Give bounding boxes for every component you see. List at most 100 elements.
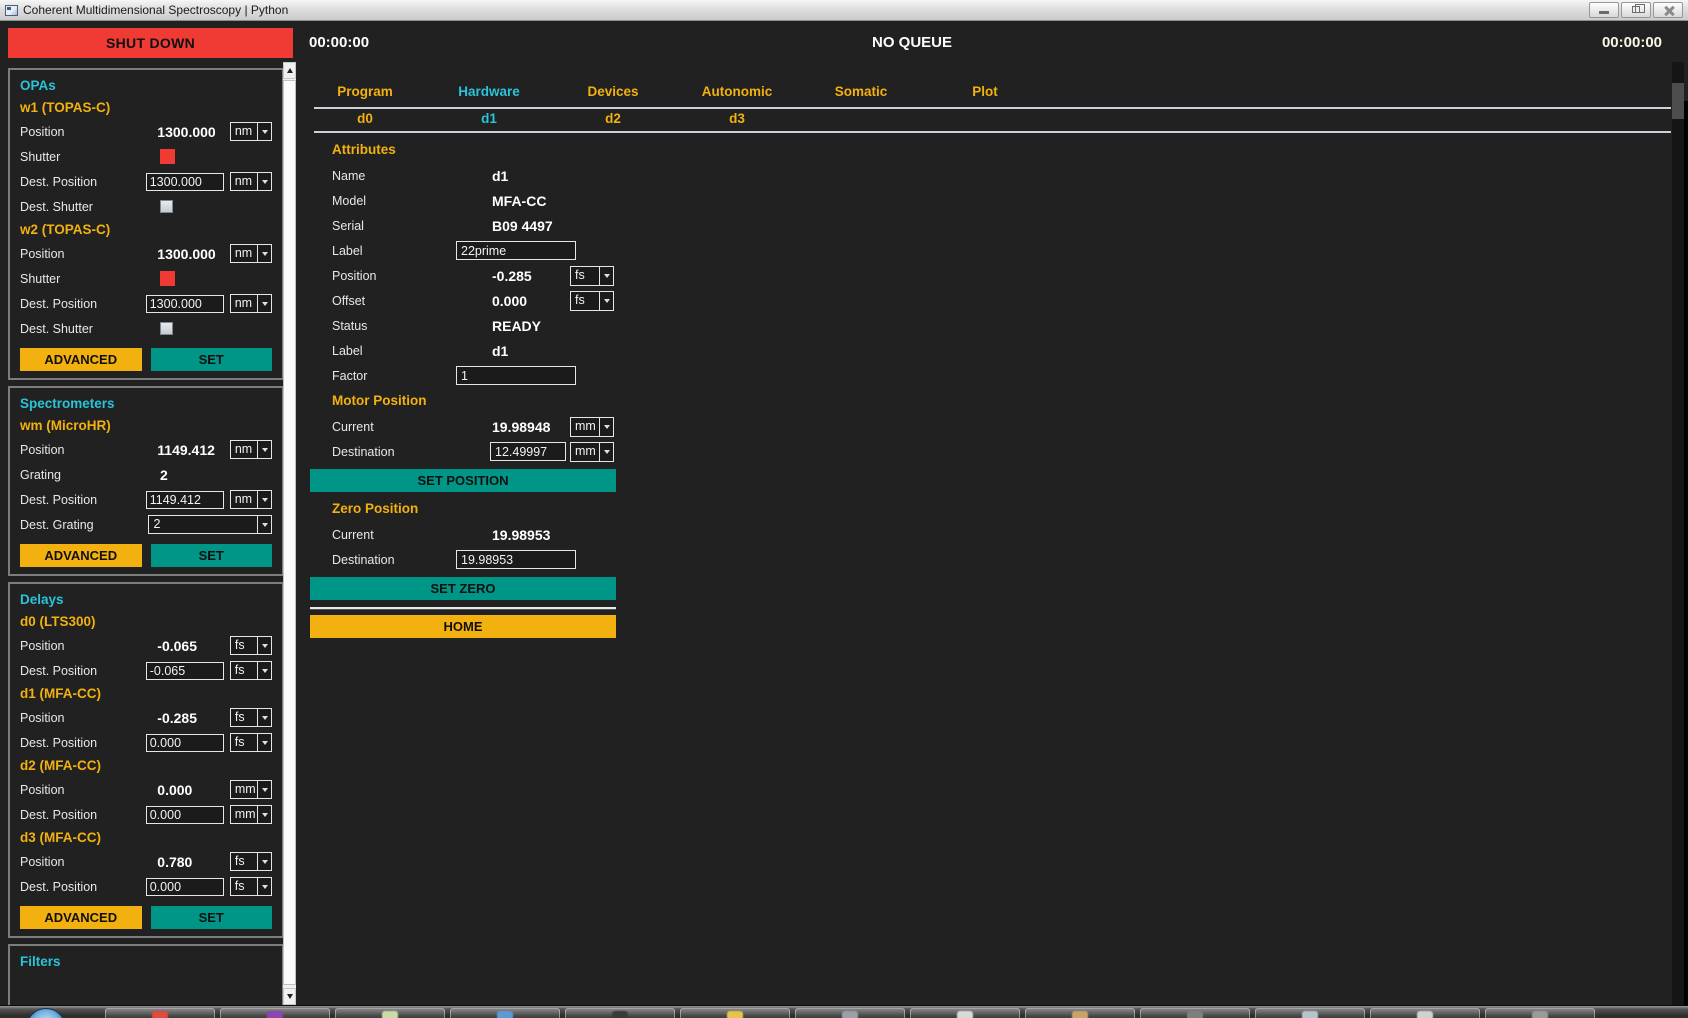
- set-button[interactable]: SET: [151, 348, 273, 371]
- unit-select[interactable]: nm: [230, 490, 272, 509]
- tab-autonomic[interactable]: Autonomic: [672, 84, 802, 99]
- restore-button[interactable]: [1621, 2, 1651, 18]
- taskbar-button[interactable]: [1025, 1008, 1135, 1018]
- unit-select[interactable]: nm: [230, 294, 272, 313]
- dest-position-input[interactable]: [146, 806, 224, 824]
- tab-hardware[interactable]: Hardware: [424, 84, 554, 99]
- set-zero-button[interactable]: SET ZERO: [310, 577, 616, 600]
- unit-select[interactable]: fs: [230, 877, 272, 896]
- dest-position-input[interactable]: [146, 734, 224, 752]
- dest-grating-select[interactable]: 2: [148, 515, 272, 534]
- chevron-down-icon[interactable]: [257, 806, 271, 823]
- set-button[interactable]: SET: [151, 906, 273, 929]
- dest-shutter-checkbox[interactable]: [160, 200, 173, 213]
- unit-select[interactable]: fs: [230, 636, 272, 655]
- chevron-down-icon[interactable]: [257, 662, 271, 679]
- unit-select[interactable]: nm: [230, 172, 272, 191]
- advanced-button[interactable]: ADVANCED: [20, 348, 142, 371]
- taskbar-button[interactable]: [220, 1008, 330, 1018]
- spectrometers-panel: Spectrometers wm (MicroHR) Position 1149…: [8, 386, 284, 576]
- chevron-down-icon[interactable]: [599, 418, 613, 436]
- tab-devices[interactable]: Devices: [548, 84, 678, 99]
- tab-d3[interactable]: d3: [672, 111, 802, 126]
- taskbar-button[interactable]: [795, 1008, 905, 1018]
- chevron-down-icon[interactable]: [257, 853, 271, 870]
- tab-somatic[interactable]: Somatic: [796, 84, 926, 99]
- advanced-button[interactable]: ADVANCED: [20, 906, 142, 929]
- factor-input[interactable]: [456, 366, 576, 385]
- chevron-down-icon[interactable]: [257, 709, 271, 726]
- dest-position-input[interactable]: [146, 491, 224, 509]
- tab-plot[interactable]: Plot: [920, 84, 1050, 99]
- chevron-down-icon[interactable]: [599, 267, 613, 285]
- chevron-down-icon[interactable]: [599, 443, 613, 461]
- scroll-up-arrow[interactable]: [283, 62, 296, 79]
- taskbar-button[interactable]: [1485, 1008, 1595, 1018]
- taskbar-button[interactable]: [1255, 1008, 1365, 1018]
- set-button[interactable]: SET: [151, 544, 273, 567]
- taskbar-button[interactable]: [565, 1008, 675, 1018]
- dest-position-input[interactable]: [146, 878, 224, 896]
- unit-select[interactable]: mm: [230, 780, 272, 799]
- position-value: 1300.000: [145, 246, 224, 262]
- tab-d0[interactable]: d0: [300, 111, 430, 126]
- dest-shutter-checkbox[interactable]: [160, 322, 173, 335]
- taskbar-button[interactable]: [910, 1008, 1020, 1018]
- chevron-down-icon[interactable]: [257, 123, 271, 140]
- label-input[interactable]: [456, 241, 576, 260]
- unit-select[interactable]: mm: [570, 442, 614, 462]
- main-scrollbar-thumb[interactable]: [1672, 83, 1684, 119]
- unit-select[interactable]: nm: [230, 244, 272, 263]
- chevron-down-icon[interactable]: [257, 245, 271, 262]
- minimize-button[interactable]: [1589, 2, 1619, 18]
- chevron-down-icon[interactable]: [257, 637, 271, 654]
- taskbar-button[interactable]: [450, 1008, 560, 1018]
- unit-select[interactable]: fs: [230, 661, 272, 680]
- chevron-down-icon[interactable]: [257, 441, 271, 458]
- dest-position-input[interactable]: [146, 173, 224, 191]
- zero-current-row: Current 19.98953: [332, 522, 630, 547]
- unit-select[interactable]: fs: [570, 291, 614, 311]
- chevron-down-icon[interactable]: [257, 173, 271, 190]
- dest-position-input[interactable]: [146, 295, 224, 313]
- chevron-down-icon[interactable]: [257, 295, 271, 312]
- main-scrollbar[interactable]: [1672, 62, 1684, 1005]
- chevron-down-icon[interactable]: [257, 734, 271, 751]
- tab-d1[interactable]: d1: [424, 111, 554, 126]
- unit-value: nm: [231, 491, 257, 508]
- tab-program[interactable]: Program: [300, 84, 430, 99]
- taskbar-button[interactable]: [1370, 1008, 1480, 1018]
- chevron-down-icon[interactable]: [257, 491, 271, 508]
- home-button[interactable]: HOME: [310, 615, 616, 638]
- unit-select[interactable]: fs: [230, 733, 272, 752]
- offset-row: Offset 0.000 fs: [332, 288, 630, 313]
- taskbar-button[interactable]: [105, 1008, 215, 1018]
- sidebar-scrollbar[interactable]: [283, 62, 296, 1005]
- unit-select[interactable]: nm: [230, 440, 272, 459]
- chevron-down-icon[interactable]: [257, 878, 271, 895]
- unit-select[interactable]: nm: [230, 122, 272, 141]
- taskbar-button[interactable]: [1140, 1008, 1250, 1018]
- advanced-button[interactable]: ADVANCED: [20, 544, 142, 567]
- chevron-down-icon[interactable]: [257, 781, 271, 798]
- chevron-down-icon[interactable]: [257, 516, 271, 533]
- dest-position-input[interactable]: [146, 662, 224, 680]
- model-value: MFA-CC: [456, 193, 566, 209]
- motor-destination-input[interactable]: [490, 442, 566, 461]
- unit-select[interactable]: mm: [570, 417, 614, 437]
- set-position-button[interactable]: SET POSITION: [310, 469, 616, 492]
- unit-select[interactable]: fs: [570, 266, 614, 286]
- start-button-orb[interactable]: [26, 1008, 66, 1018]
- taskbar-button[interactable]: [680, 1008, 790, 1018]
- scroll-down-arrow[interactable]: [283, 988, 296, 1005]
- zero-destination-input[interactable]: [456, 550, 576, 569]
- unit-select[interactable]: fs: [230, 708, 272, 727]
- taskbar-button[interactable]: [335, 1008, 445, 1018]
- close-button[interactable]: [1653, 2, 1683, 18]
- unit-select[interactable]: mm: [230, 805, 272, 824]
- tab-d2[interactable]: d2: [548, 111, 678, 126]
- chevron-down-icon[interactable]: [599, 292, 613, 310]
- sidebar-scrollbar-thumb[interactable]: [283, 80, 296, 985]
- unit-select[interactable]: fs: [230, 852, 272, 871]
- shutdown-button[interactable]: SHUT DOWN: [8, 28, 293, 58]
